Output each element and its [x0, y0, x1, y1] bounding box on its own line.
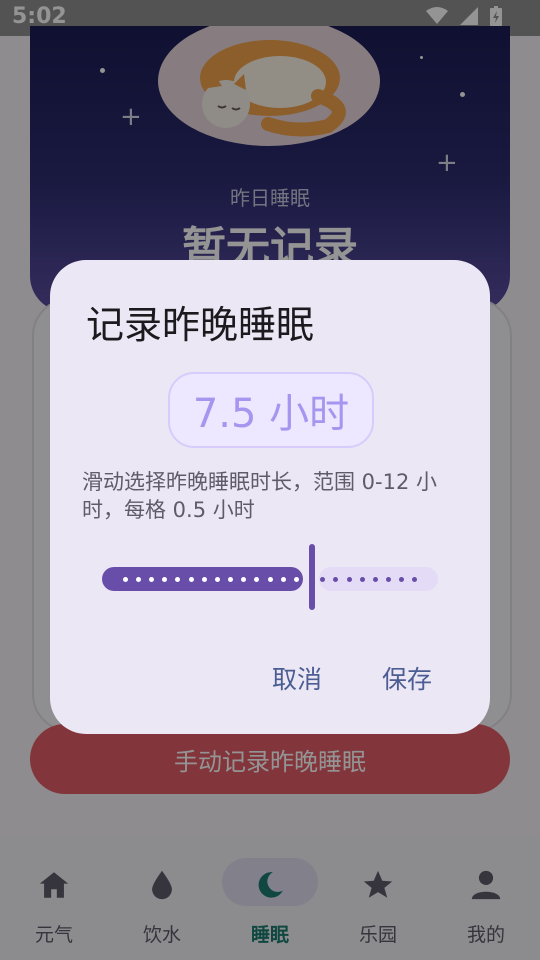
dialog-actions: 取消 保存: [272, 660, 432, 696]
cancel-button[interactable]: 取消: [272, 660, 322, 696]
slider-step-tick: [149, 577, 154, 582]
slider-step-tick: [359, 577, 365, 582]
slider-step-tick: [228, 577, 233, 582]
record-sleep-dialog: 记录昨晚睡眠 7.5 小时 滑动选择昨晚睡眠时长，范围 0-12 小时，每格 0…: [50, 260, 490, 734]
slider-thumb[interactable]: [309, 544, 315, 610]
dialog-title: 记录昨晚睡眠: [86, 303, 315, 347]
slider-step-tick: [214, 577, 220, 582]
save-button[interactable]: 保存: [382, 660, 432, 696]
sleep-duration-slider[interactable]: [102, 544, 438, 614]
slider-step-tick: [267, 577, 273, 582]
slider-step-tick: [372, 577, 378, 582]
slider-step-tick: [135, 577, 141, 582]
sleep-duration-value: 7.5 小时: [168, 372, 374, 448]
slider-step-tick: [122, 577, 128, 582]
slider-step-tick: [346, 577, 352, 582]
dialog-description: 滑动选择昨晚睡眠时长，范围 0-12 小时，每格 0.5 小时: [82, 470, 438, 522]
slider-step-tick: [201, 577, 207, 582]
slider-step-tick: [386, 577, 391, 582]
slider-step-tick: [280, 577, 286, 582]
slider-step-tick: [293, 577, 299, 582]
slider-step-tick: [188, 577, 194, 582]
